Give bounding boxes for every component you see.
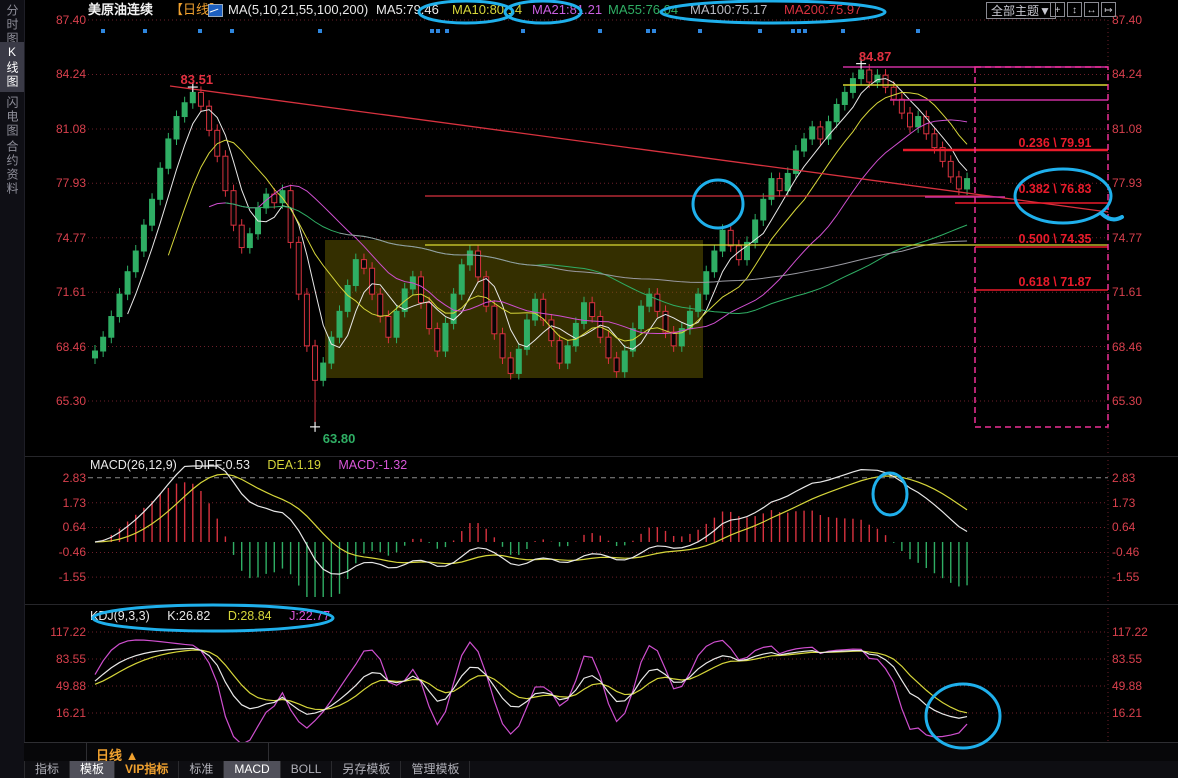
ma5-value: MA5:79.46 — [376, 2, 439, 18]
chart-header: 美原油连续 【日线】 MA(5,10,21,55,100,200) MA5:79… — [24, 0, 1178, 20]
tab-MACD[interactable]: MACD — [224, 761, 280, 778]
macd-title: MACD(26,12,9) — [90, 458, 177, 472]
fit-horizontal-icon[interactable]: ↔ — [1084, 2, 1099, 17]
ma21-value: MA21:81.21 — [532, 2, 602, 18]
time-axis: 日线 ▲ — [24, 742, 1178, 762]
macd-macd-value: MACD:-1.32 — [338, 458, 407, 472]
ma200-value: MA200:75.97 — [784, 2, 861, 18]
ma100-value: MA100:75.17 — [690, 2, 767, 18]
ma10-value: MA10:80.14 — [452, 2, 522, 18]
tab-标准[interactable]: 标准 — [179, 761, 224, 778]
macd-pane-header: MACD(26,12,9) DIFF:0.53 DEA:1.19 MACD:-1… — [90, 458, 421, 472]
kline-icon — [208, 4, 223, 21]
tab-指标[interactable]: 指标 — [24, 761, 70, 778]
indicator-tab-bar: 指标模板VIP指标标准MACDBOLL另存模板管理模板 — [24, 761, 1178, 778]
kdj-title: KDJ(9,3,3) — [90, 609, 150, 623]
theme-selector-button[interactable]: 全部主题▼ — [986, 2, 1056, 19]
fit-vertical-icon[interactable]: ↕ — [1067, 2, 1082, 17]
kdj-j-value: J:22.77 — [289, 609, 330, 623]
tab-另存模板[interactable]: 另存模板 — [332, 761, 401, 778]
kdj-k-value: K:26.82 — [167, 609, 210, 623]
ma55-value: MA55:76.04 — [608, 2, 678, 18]
tab-VIP指标[interactable]: VIP指标 — [115, 761, 179, 778]
symbol-title: 美原油连续 — [88, 2, 153, 18]
left-sidebar: 分时图 K线图 闪电图 合约资料 — [0, 0, 25, 778]
sidebar-item-flash[interactable]: 闪电图 — [0, 96, 24, 138]
pan-right-icon[interactable]: ↦ — [1101, 2, 1116, 17]
ma-group-label: MA(5,10,21,55,100,200) — [228, 2, 368, 18]
macd-dea-value: DEA:1.19 — [267, 458, 321, 472]
tab-管理模板[interactable]: 管理模板 — [401, 761, 470, 778]
macd-diff-value: DIFF:0.53 — [194, 458, 250, 472]
sidebar-item-timeline[interactable]: 分时图 — [0, 4, 24, 46]
chart-canvas[interactable] — [0, 0, 1178, 778]
tab-BOLL[interactable]: BOLL — [281, 761, 333, 778]
sidebar-item-contract[interactable]: 合约资料 — [0, 140, 24, 196]
kdj-pane-header: KDJ(9,3,3) K:26.82 D:28.84 J:22.77 — [90, 609, 344, 623]
sidebar-item-kline[interactable]: K线图 — [0, 42, 24, 92]
tab-模板[interactable]: 模板 — [70, 761, 115, 778]
kdj-d-value: D:28.84 — [228, 609, 272, 623]
move-icon[interactable]: + — [1050, 2, 1065, 17]
